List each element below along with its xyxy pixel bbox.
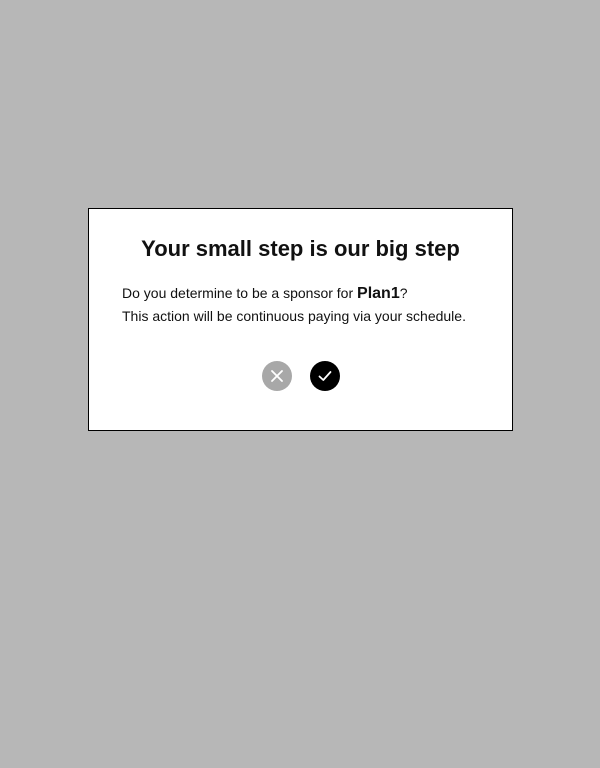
- dialog-title: Your small step is our big step: [141, 236, 460, 261]
- confirm-button[interactable]: [309, 361, 340, 391]
- sponsor-confirm-dialog: Your small step is our big step Do you d…: [88, 208, 513, 431]
- message-prefix: Do you determine to be a sponsor for: [122, 285, 358, 301]
- cancel-button[interactable]: [261, 361, 292, 391]
- check-icon: [318, 371, 331, 381]
- dialog-message: Do you determine to be a sponsor for Pla…: [122, 282, 492, 327]
- dialog-message-line1: Do you determine to be a sponsor for Pla…: [122, 282, 492, 305]
- message-suffix: ?: [399, 285, 408, 301]
- dialog-actions: [89, 361, 512, 391]
- plan-name: Plan1: [357, 285, 400, 302]
- close-icon: [270, 370, 283, 382]
- dialog-message-line2: This action will be continuous paying vi…: [122, 308, 466, 324]
